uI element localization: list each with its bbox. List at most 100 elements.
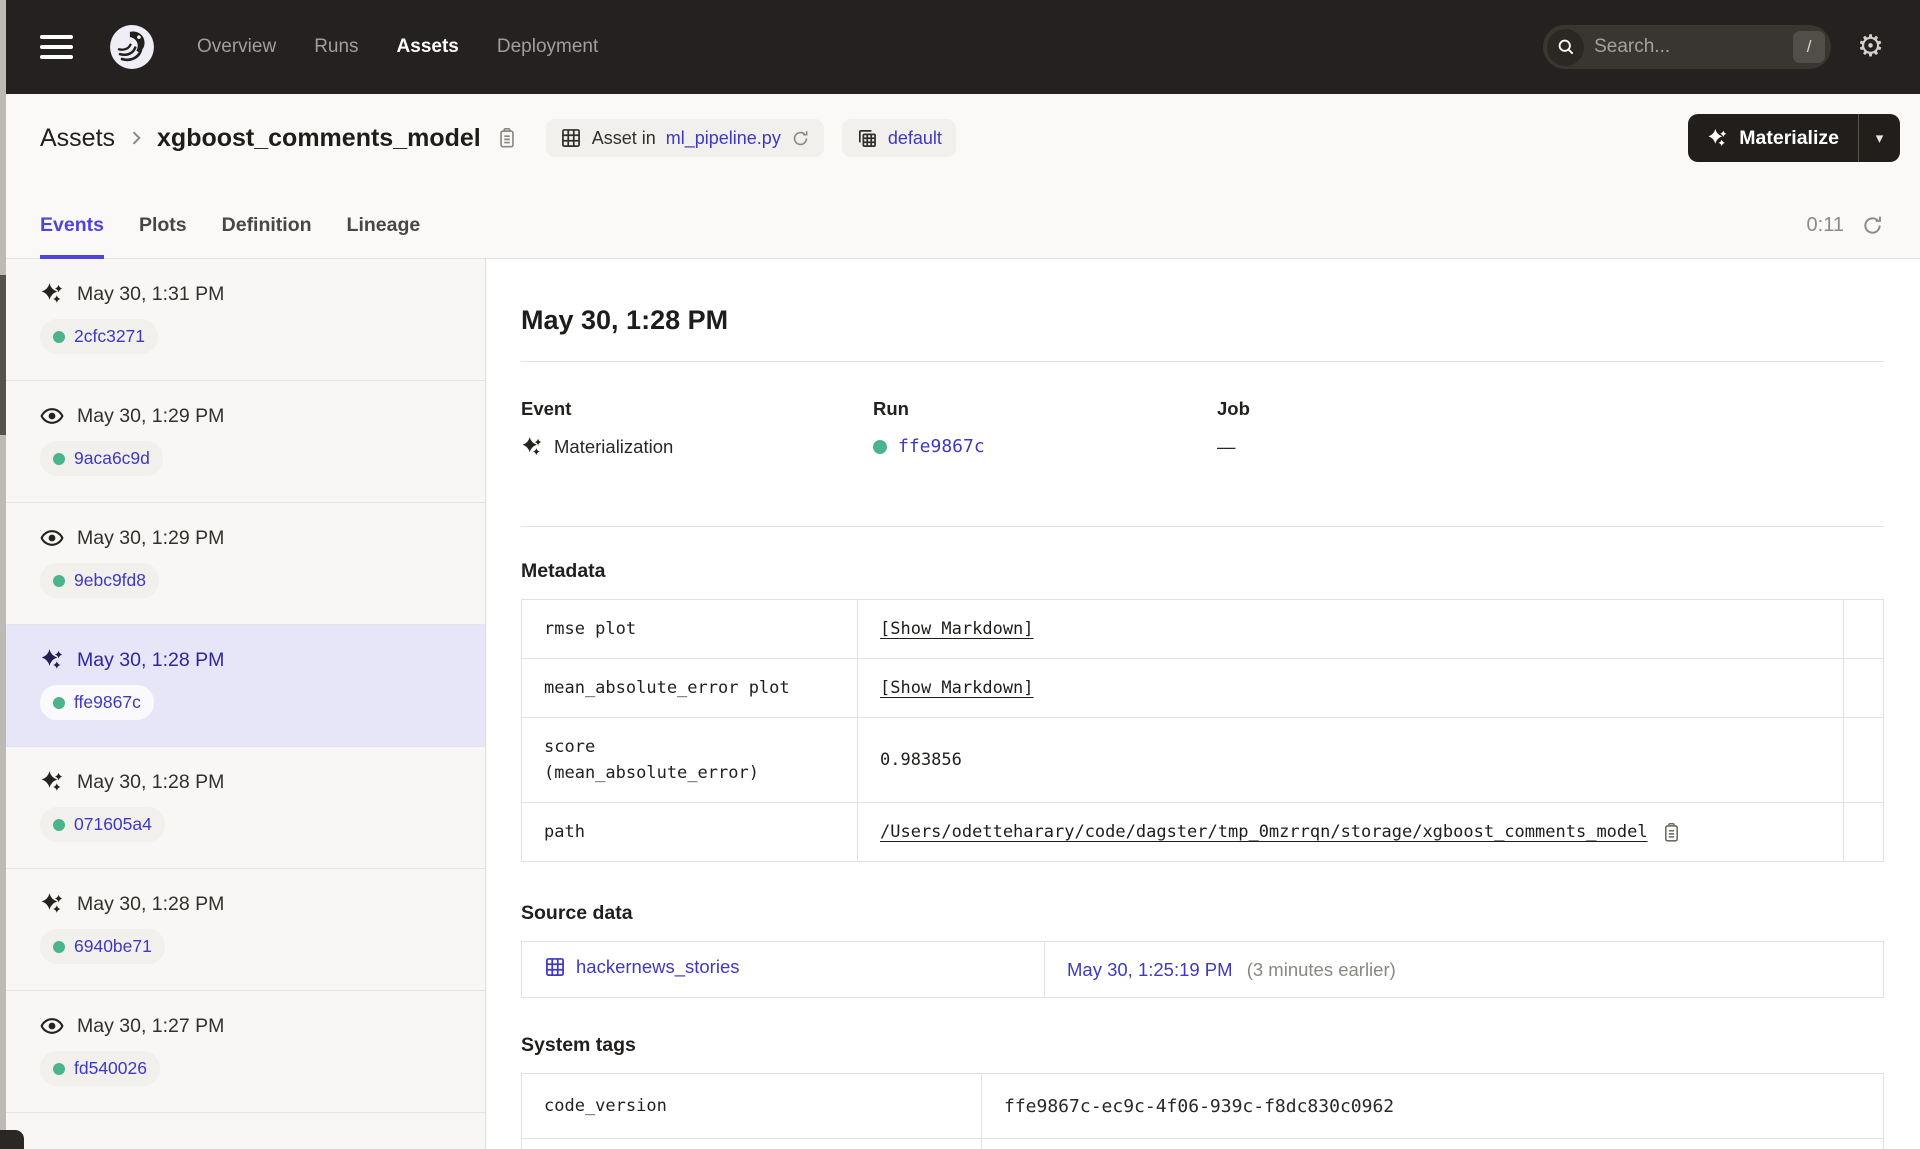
dagster-logo-icon[interactable] [109, 24, 155, 70]
source-timestamp-note: (3 minutes earlier) [1246, 958, 1396, 980]
event-timestamp: May 30, 1:28 PM [77, 648, 225, 671]
metadata-table: rmse plot [Show Markdown] mean_absolute_… [521, 599, 1884, 862]
run-id-link[interactable]: fd540026 [74, 1058, 147, 1079]
source-asset-link[interactable]: hackernews_stories [544, 956, 740, 978]
code-location-label: default [887, 127, 942, 148]
tab-events[interactable]: Events [40, 192, 104, 259]
event-timestamp: May 30, 1:29 PM [77, 526, 225, 549]
run-id-link[interactable]: ffe9867c [898, 434, 985, 460]
run-column-label: Run [873, 398, 909, 419]
run-id-link[interactable]: 2cfc3271 [74, 326, 145, 347]
chevron-right-icon [126, 128, 146, 148]
job-column-label: Job [1217, 398, 1250, 419]
system-tags-heading: System tags [521, 1034, 636, 1056]
event-list-item[interactable]: May 30, 1:27 PM fd540026 [6, 991, 485, 1113]
event-summary-grid: Event Materialization Run ffe9867c Job — [521, 398, 1884, 460]
asset-group-badge[interactable]: Asset in ml_pipeline.py [545, 119, 824, 157]
tab-lineage[interactable]: Lineage [347, 192, 421, 258]
system-tags-table: code_version ffe9867c-ec9c-4f06-939c-f8d… [521, 1073, 1884, 1149]
run-pill[interactable]: 9ebc9fd8 [40, 563, 160, 598]
table-action-cell [1843, 599, 1884, 659]
event-list-item[interactable]: May 30, 1:28 PM 6940be71 [6, 869, 485, 991]
job-value: — [1217, 436, 1236, 457]
storage-path-link[interactable]: /Users/odetteharary/code/dagster/tmp_0mz… [880, 820, 1648, 845]
materialization-icon [41, 649, 63, 669]
event-timestamp: May 30, 1:27 PM [77, 1014, 225, 1037]
score-value: 0.983856 [880, 749, 962, 770]
run-id-link[interactable]: 9aca6c9d [74, 448, 150, 469]
run-id-link[interactable]: ffe9867c [74, 692, 141, 713]
event-detail-title: May 30, 1:28 PM [521, 305, 729, 335]
asset-grid-icon [560, 127, 582, 149]
asset-in-label: Asset in [591, 127, 656, 148]
run-status-dot [53, 330, 65, 343]
copy-path-icon[interactable] [1661, 822, 1682, 843]
event-list-item[interactable]: May 30, 1:29 PM 9aca6c9d [6, 381, 485, 503]
source-timestamp-link[interactable]: May 30, 1:25:19 PM [1067, 959, 1233, 980]
run-id-link[interactable]: 6940be71 [74, 936, 152, 957]
event-timestamp: May 30, 1:29 PM [77, 404, 225, 427]
table-action-cell [1843, 802, 1884, 862]
nav-item-runs[interactable]: Runs [314, 36, 358, 58]
event-list-item[interactable]: May 30, 1:31 PM 2cfc3271 [6, 259, 485, 381]
code-location-badge[interactable]: default [841, 119, 956, 157]
observation-eye-icon [40, 530, 64, 546]
table-row-partial [521, 1138, 1884, 1149]
event-timestamp: May 30, 1:28 PM [77, 892, 225, 915]
run-pill[interactable]: ffe9867c [40, 685, 154, 720]
event-detail-panel: May 30, 1:28 PM Event Materialization Ru… [487, 259, 1920, 1149]
run-pill[interactable]: 9aca6c9d [40, 441, 163, 476]
event-list: May 30, 1:31 PM 2cfc3271 May 30, 1:29 PM… [6, 259, 486, 1149]
observation-eye-icon [40, 408, 64, 424]
reload-definitions-icon[interactable] [791, 129, 810, 148]
materialization-icon [522, 437, 542, 456]
event-column-label: Event [521, 398, 572, 419]
run-pill[interactable]: 071605a4 [40, 807, 165, 842]
refresh-timer: 0:11 [1806, 213, 1844, 236]
table-row: rmse plot [Show Markdown] [521, 599, 1884, 659]
run-id-link[interactable]: 9ebc9fd8 [74, 570, 146, 591]
nav-item-overview[interactable]: Overview [197, 36, 276, 58]
event-timestamp: May 30, 1:31 PM [77, 282, 225, 305]
event-list-item[interactable]: May 30, 1:29 PM 9ebc9fd8 [6, 503, 485, 625]
search-shortcut-key: / [1793, 31, 1826, 63]
materialize-dropdown-caret[interactable]: ▾ [1858, 114, 1900, 162]
run-id-link[interactable]: 071605a4 [74, 814, 152, 835]
refresh-icon[interactable] [1861, 214, 1884, 237]
event-list-item-selected[interactable]: May 30, 1:28 PM ffe9867c [6, 625, 485, 747]
nav-item-deployment[interactable]: Deployment [497, 36, 598, 58]
breadcrumb-row: Assets xgboost_comments_model Asset in m… [0, 94, 1920, 182]
run-pill[interactable]: fd540026 [40, 1051, 160, 1086]
copy-asset-name-icon[interactable] [496, 127, 518, 149]
pipeline-file-link[interactable]: ml_pipeline.py [666, 128, 781, 149]
materialization-icon [41, 283, 63, 303]
system-tag-key: code_version [521, 1073, 982, 1139]
run-pill[interactable]: 2cfc3271 [40, 319, 159, 354]
source-data-table: hackernews_stories May 30, 1:25:19 PM (3… [521, 941, 1884, 998]
table-row: mean_absolute_error plot [Show Markdown] [521, 658, 1884, 718]
materialize-button[interactable]: Materialize ▾ [1688, 114, 1900, 162]
run-status-dot [873, 440, 887, 454]
menu-icon[interactable] [40, 35, 73, 59]
nav-item-assets[interactable]: Assets [397, 36, 459, 58]
top-nav-bar: Overview Runs Assets Deployment / ⚙ [0, 0, 1920, 94]
show-markdown-link[interactable]: [Show Markdown] [880, 678, 1034, 698]
run-status-dot [53, 1062, 65, 1075]
run-status-dot [53, 696, 65, 709]
materialize-label: Materialize [1739, 126, 1839, 149]
global-search[interactable]: / [1543, 25, 1832, 69]
run-pill[interactable]: 6940be71 [40, 929, 165, 964]
search-icon [1547, 28, 1585, 66]
tab-definition[interactable]: Definition [222, 192, 312, 258]
metadata-key: mean_absolute_error plot [521, 658, 858, 718]
show-markdown-link[interactable]: [Show Markdown] [880, 619, 1034, 639]
search-input[interactable] [1594, 36, 1794, 58]
observation-eye-icon [40, 1018, 64, 1034]
metadata-key: path [521, 802, 858, 862]
event-list-item[interactable]: May 30, 1:28 PM 071605a4 [6, 747, 485, 869]
breadcrumb-assets-link[interactable]: Assets [40, 124, 115, 153]
tab-plots[interactable]: Plots [139, 192, 187, 258]
run-status-dot [53, 452, 65, 465]
gear-icon[interactable]: ⚙ [1857, 32, 1884, 62]
table-action-cell [1843, 658, 1884, 718]
